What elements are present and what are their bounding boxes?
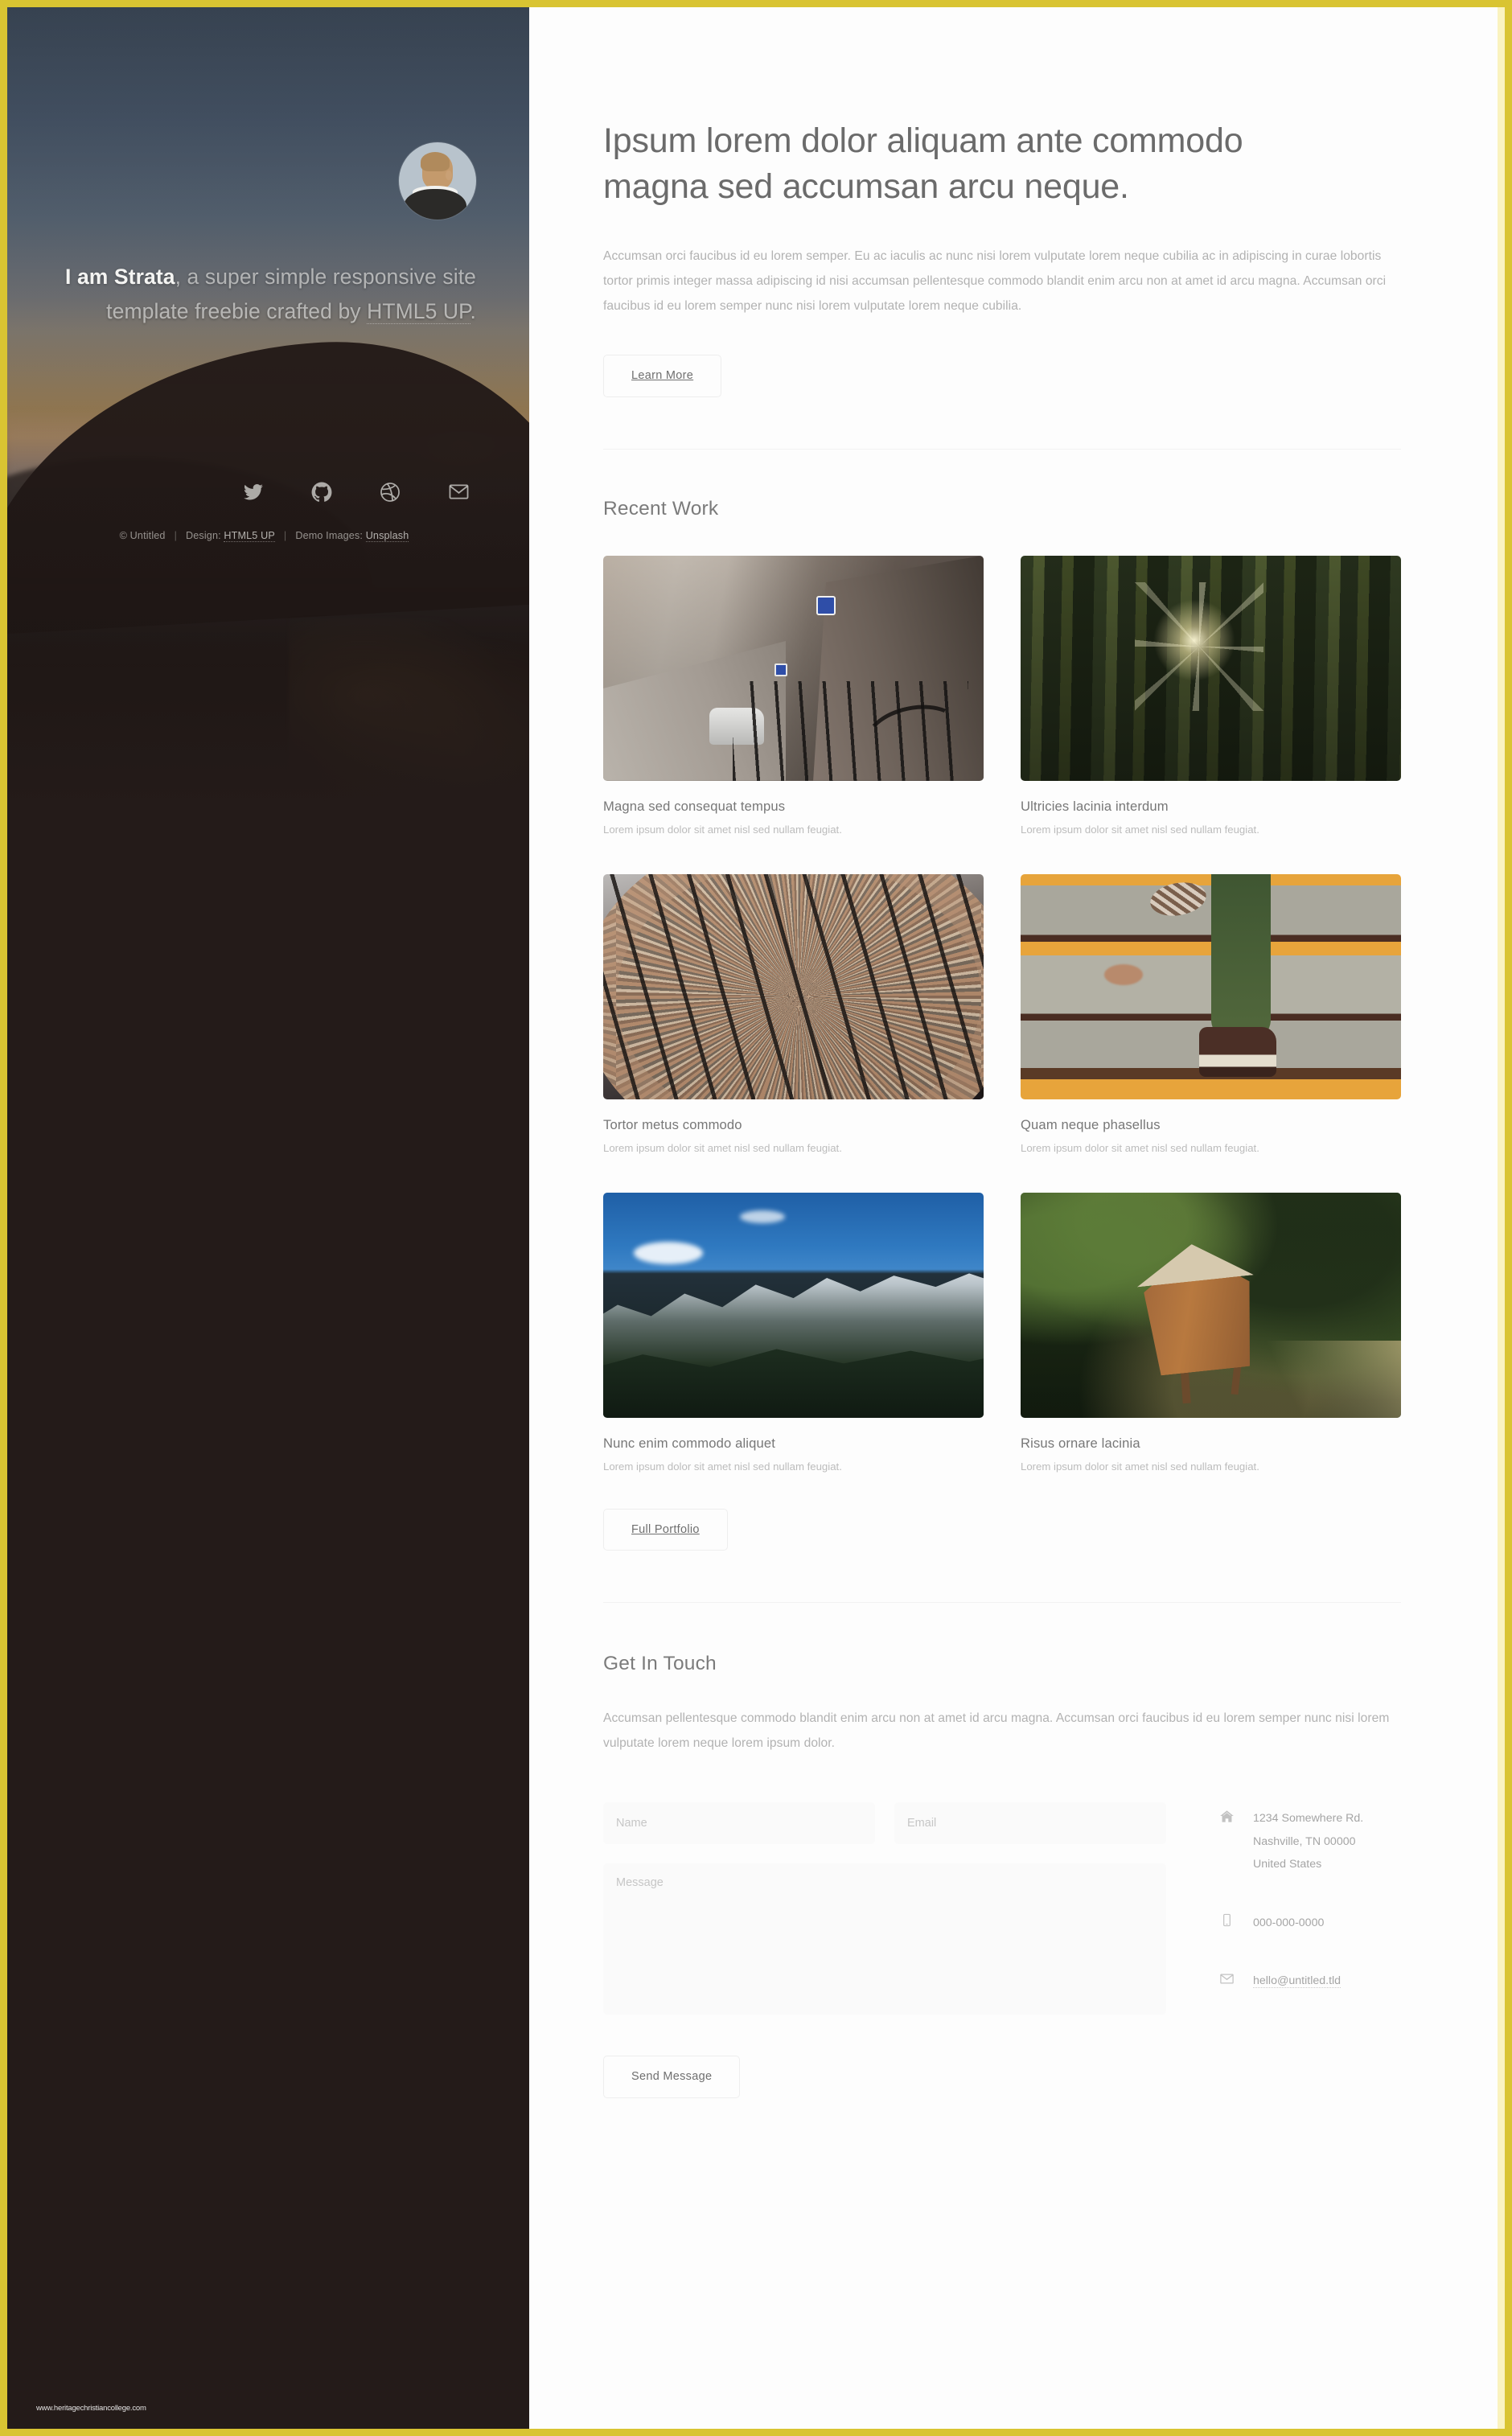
cloud-shape-small (740, 1210, 786, 1223)
recent-work-title: Recent Work (603, 497, 719, 520)
sidebar: I am Strata, a super simple responsive s… (7, 7, 529, 2429)
home-icon (1218, 1807, 1235, 1824)
credit-images-link[interactable]: Unsplash (365, 529, 409, 542)
twitter-icon[interactable] (241, 480, 265, 504)
address-line-2: Nashville, TN 00000 (1253, 1834, 1356, 1848)
send-message-wrap: Send Message (603, 2056, 1166, 2098)
mobile-phone-icon (1218, 1912, 1235, 1927)
boot-shape (1199, 1026, 1277, 1077)
work-item-caption: Lorem ipsum dolor sit amet nisl sed null… (603, 1141, 842, 1154)
work-item: Magna sed consequat tempus Lorem ipsum d… (603, 555, 984, 836)
cloud-shape (633, 1242, 703, 1265)
work-item-title: Nunc enim commodo aliquet (603, 1435, 776, 1451)
address-line-1: 1234 Somewhere Rd. (1253, 1812, 1364, 1826)
work-thumbnail-wooden-cabin-in-forest[interactable] (1021, 1192, 1401, 1418)
work-item-caption: Lorem ipsum dolor sit amet nisl sed null… (603, 823, 842, 836)
watermark-url: www.heritagechristiancollege.com (36, 2404, 146, 2413)
html5up-link[interactable]: HTML5 UP (367, 298, 470, 324)
envelope-icon (1218, 1970, 1235, 1986)
avatar-ear (445, 170, 453, 181)
contact-form: Send Message (603, 1802, 1166, 2098)
email-input[interactable] (894, 1802, 1166, 1845)
avatar-hair (420, 151, 450, 172)
credit-copyright: © Untitled (119, 529, 166, 541)
dribbble-icon[interactable] (378, 480, 402, 504)
parking-sign-icon-small (774, 663, 787, 676)
page-title: Ipsum lorem dolor aliquam ante commodo m… (603, 121, 1243, 206)
phone-info-item: 000-000-0000 (1218, 1912, 1407, 1934)
credit-design-label: Design: (186, 529, 221, 541)
address-line-3: United States (1253, 1858, 1322, 1871)
sidebar-headline: I am Strata, a super simple responsive s… (60, 260, 476, 329)
email-link[interactable]: hello@untitled.tld (1253, 1974, 1341, 1989)
dirt-path-shape (1248, 1341, 1401, 1418)
credit-images-label: Demo Images: (295, 529, 364, 541)
address-info-item: 1234 Somewhere Rd. Nashville, TN 00000 U… (1218, 1807, 1407, 1875)
recent-work-section: Recent Work Magna sed consequat tempus L… (603, 450, 1407, 1604)
work-item: Nunc enim commodo aliquet Lorem ipsum do… (603, 1192, 984, 1473)
github-icon[interactable] (310, 480, 334, 504)
send-message-button[interactable]: Send Message (603, 2056, 741, 2098)
get-in-touch-title: Get In Touch (603, 1653, 717, 1675)
work-item: Quam neque phasellus Lorem ipsum dolor s… (1021, 873, 1401, 1154)
work-item: Ultricies lacinia interdum Lorem ipsum d… (1021, 555, 1401, 836)
page-root: I am Strata, a super simple responsive s… (0, 0, 1512, 2436)
work-item-title: Risus ornare lacinia (1021, 1435, 1140, 1451)
work-grid: Magna sed consequat tempus Lorem ipsum d… (603, 555, 1407, 1473)
shoe-sole-shape (1147, 877, 1209, 920)
name-input[interactable] (603, 1802, 875, 1845)
stain-shape (1104, 963, 1144, 985)
work-thumbnail-curved-library-shelves[interactable] (603, 873, 984, 1099)
work-item-caption: Lorem ipsum dolor sit amet nisl sed null… (1021, 823, 1259, 836)
credit-design-link[interactable]: HTML5 UP (224, 529, 275, 542)
avatar (399, 142, 476, 220)
work-item: Risus ornare lacinia Lorem ipsum dolor s… (1021, 1192, 1401, 1473)
full-portfolio-button[interactable]: Full Portfolio (603, 1508, 728, 1551)
main-content: Ipsum lorem dolor aliquam ante commodo m… (529, 7, 1505, 2429)
contact-info: 1234 Somewhere Rd. Nashville, TN 00000 U… (1218, 1802, 1407, 2098)
contact-layout: Send Message 1234 Somewhere Rd. Nashvill… (603, 1802, 1407, 2098)
work-thumbnail-city-street-bicycles[interactable] (603, 555, 984, 781)
work-thumbnail-sunlit-forest[interactable] (1021, 555, 1401, 781)
sidebar-credits: © Untitled | Design: HTML5 UP | Demo Images:… (60, 529, 476, 542)
work-item: Tortor metus commodo Lorem ipsum dolor s… (603, 873, 984, 1154)
credit-separator-2: | (283, 529, 287, 541)
email-icon[interactable] (446, 480, 470, 504)
work-item-title: Ultricies lacinia interdum (1021, 798, 1169, 814)
work-thumbnail-snowy-mountain-range[interactable] (603, 1192, 984, 1418)
contact-form-row (603, 1802, 1166, 1845)
sidebar-headline-end: . (470, 298, 476, 323)
work-item-title: Tortor metus commodo (603, 1116, 742, 1132)
address-text: 1234 Somewhere Rd. Nashville, TN 00000 U… (1253, 1807, 1363, 1875)
work-item-caption: Lorem ipsum dolor sit amet nisl sed null… (603, 1460, 842, 1473)
work-thumbnail-feet-on-stairs[interactable] (1021, 873, 1401, 1099)
work-item-caption: Lorem ipsum dolor sit amet nisl sed null… (1021, 1460, 1259, 1473)
message-textarea[interactable] (603, 1863, 1166, 2015)
work-item-title: Quam neque phasellus (1021, 1116, 1161, 1132)
phone-text: 000-000-0000 (1253, 1916, 1325, 1929)
intro-section: Ipsum lorem dolor aliquam ante commodo m… (603, 7, 1407, 450)
sidebar-headline-strong: I am Strata (65, 265, 175, 289)
parking-sign-icon (816, 595, 836, 615)
leg-shape (1210, 873, 1271, 1041)
work-item-title: Magna sed consequat tempus (603, 798, 786, 814)
learn-more-button[interactable]: Learn More (603, 355, 722, 397)
work-item-caption: Lorem ipsum dolor sit amet nisl sed null… (1021, 1141, 1259, 1154)
social-links (60, 480, 476, 504)
contact-paragraph: Accumsan pellentesque commodo blandit en… (603, 1711, 1390, 1751)
credit-separator-1: | (174, 529, 177, 541)
intro-paragraph: Accumsan orci faucibus id eu lorem sempe… (603, 249, 1387, 313)
contact-section: Get In Touch Accumsan pellentesque commo… (603, 1603, 1407, 2098)
email-text: hello@untitled.tld (1253, 1970, 1341, 1992)
avatar-body (403, 188, 467, 220)
sidebar-content: I am Strata, a super simple responsive s… (7, 7, 529, 2429)
email-info-item: hello@untitled.tld (1218, 1970, 1407, 1992)
